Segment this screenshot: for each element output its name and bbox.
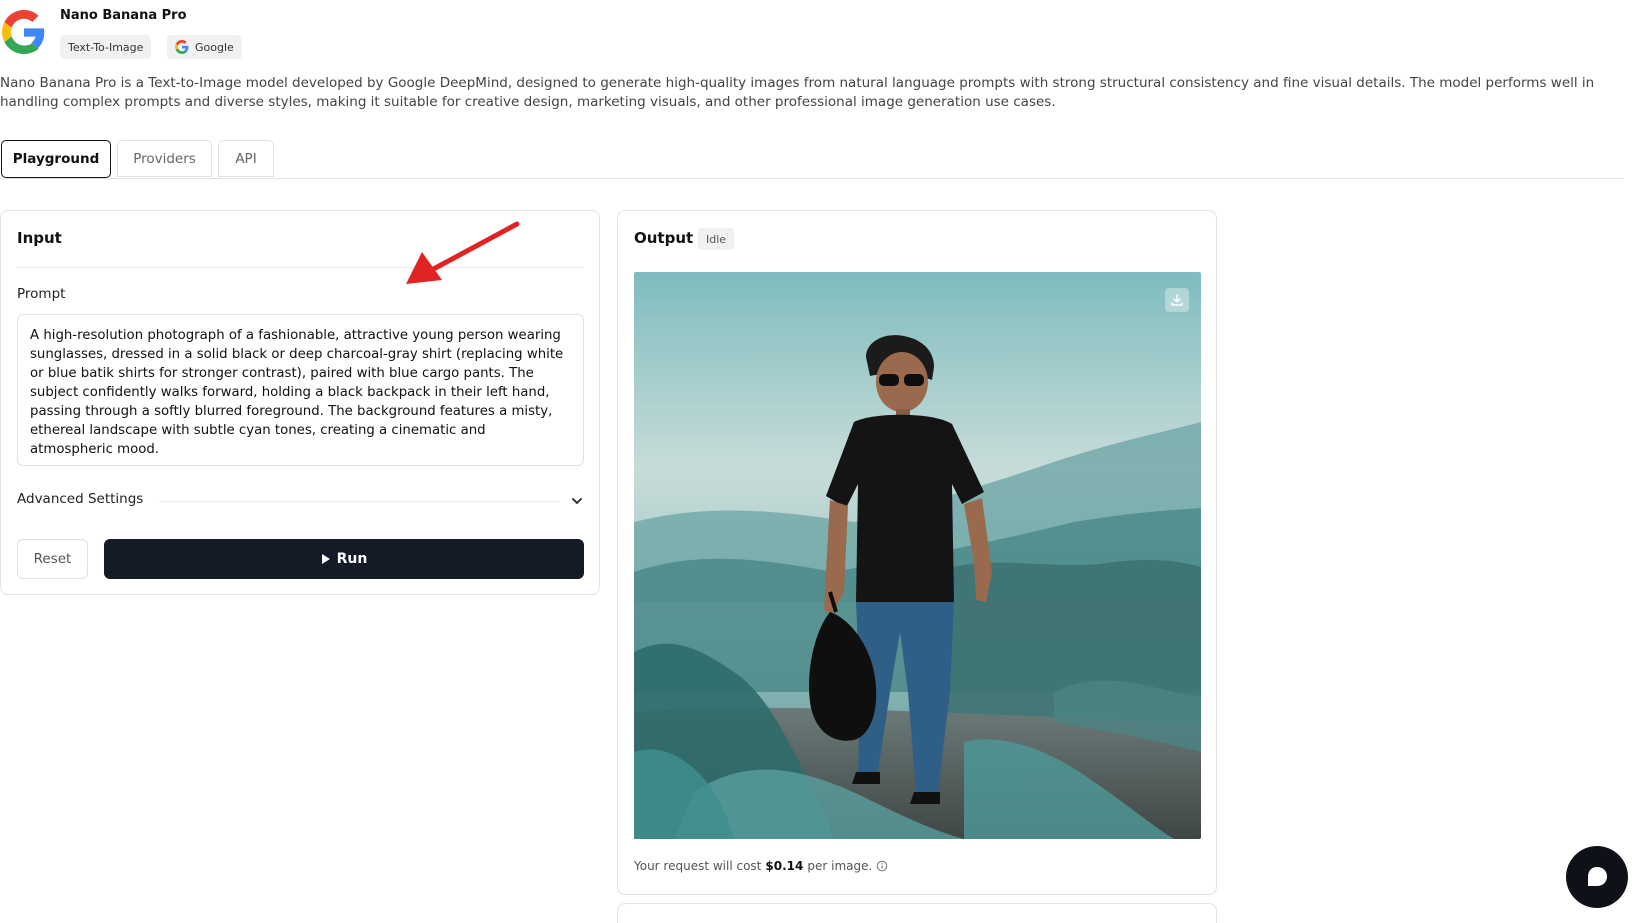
generated-image-art	[634, 272, 1201, 839]
cost-info: Your request will cost $0.14 per image.	[634, 859, 888, 873]
annotation-arrow	[406, 221, 520, 284]
generated-image[interactable]	[634, 272, 1201, 839]
run-button[interactable]: Run	[104, 539, 584, 579]
info-icon[interactable]	[876, 860, 888, 872]
tab-api[interactable]: API	[218, 140, 274, 177]
model-description: Nano Banana Pro is a Text-to-Image model…	[0, 75, 1595, 110]
advanced-settings-toggle[interactable]: Advanced Settings	[17, 491, 584, 511]
google-logo-icon	[2, 10, 45, 54]
cost-suffix: per image.	[807, 859, 873, 873]
download-button[interactable]	[1165, 288, 1189, 312]
google-icon	[175, 40, 189, 54]
chat-widget-button[interactable]	[1566, 846, 1628, 908]
status-badge: Idle	[698, 228, 735, 250]
reset-button[interactable]: Reset	[17, 539, 88, 579]
provider-tag[interactable]: Google	[167, 35, 242, 59]
tab-providers[interactable]: Providers	[117, 140, 212, 177]
play-icon	[321, 554, 330, 564]
advanced-settings-divider	[159, 501, 559, 502]
chevron-down-icon	[572, 498, 582, 504]
download-icon	[1171, 294, 1183, 306]
model-header: Nano Banana Pro Text-To-Image Google	[0, 0, 1632, 70]
prompt-label: Prompt	[17, 286, 66, 302]
tab-playground[interactable]: Playground	[1, 140, 111, 178]
output-title: Output	[634, 229, 694, 247]
prompt-textarea[interactable]: A high-resolution photograph of a fashio…	[17, 314, 584, 466]
cost-prefix: Your request will cost	[634, 859, 762, 873]
tab-bar: Playground Providers API	[0, 140, 1624, 179]
next-card-edge	[617, 903, 1217, 923]
provider-tag-label: Google	[195, 40, 234, 54]
run-button-label: Run	[336, 551, 368, 567]
model-name: Nano Banana Pro	[60, 8, 187, 23]
chat-icon	[1588, 867, 1607, 886]
cost-value: $0.14	[765, 859, 804, 873]
output-panel: Output Idle Your request will cost $0.14…	[617, 210, 1217, 895]
category-tag-label: Text-To-Image	[68, 40, 144, 54]
input-title: Input	[17, 229, 62, 247]
advanced-settings-label: Advanced Settings	[17, 491, 144, 507]
category-tag[interactable]: Text-To-Image	[60, 35, 152, 59]
